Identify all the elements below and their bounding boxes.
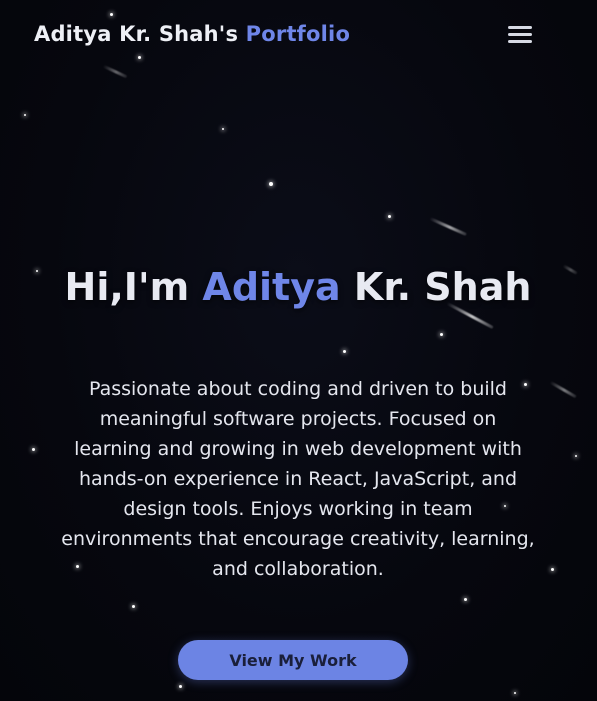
star [514, 692, 516, 694]
star [440, 333, 443, 336]
hero-description: Passionate about coding and driven to bu… [61, 378, 535, 580]
star [575, 455, 577, 457]
star [388, 215, 391, 218]
hero-last-name: Kr. Shah [353, 265, 532, 309]
star [269, 182, 273, 186]
top-navbar: Aditya Kr. Shah's Portfolio [0, 0, 597, 70]
view-my-work-button[interactable]: View My Work [178, 640, 408, 680]
star [36, 270, 38, 272]
brand-accent: Portfolio [245, 22, 351, 46]
brand-name: Aditya Kr. Shah's [34, 22, 239, 46]
star [32, 448, 35, 451]
star [343, 350, 346, 353]
star [24, 114, 26, 116]
star [179, 685, 182, 688]
shooting-star [549, 380, 577, 399]
shooting-star [562, 264, 578, 275]
hero-heading: Hi,I'm Aditya Kr. Shah [48, 264, 548, 310]
starfield-background [0, 0, 597, 701]
star [132, 605, 135, 608]
star [464, 598, 467, 601]
star [222, 128, 224, 130]
shooting-star [429, 216, 467, 237]
hamburger-menu-icon[interactable] [504, 24, 536, 46]
site-brand[interactable]: Aditya Kr. Shah's Portfolio [34, 22, 350, 46]
star [551, 568, 554, 571]
hero-greeting: Hi,I'm [64, 265, 190, 309]
hero-first-name: Aditya [202, 265, 341, 309]
